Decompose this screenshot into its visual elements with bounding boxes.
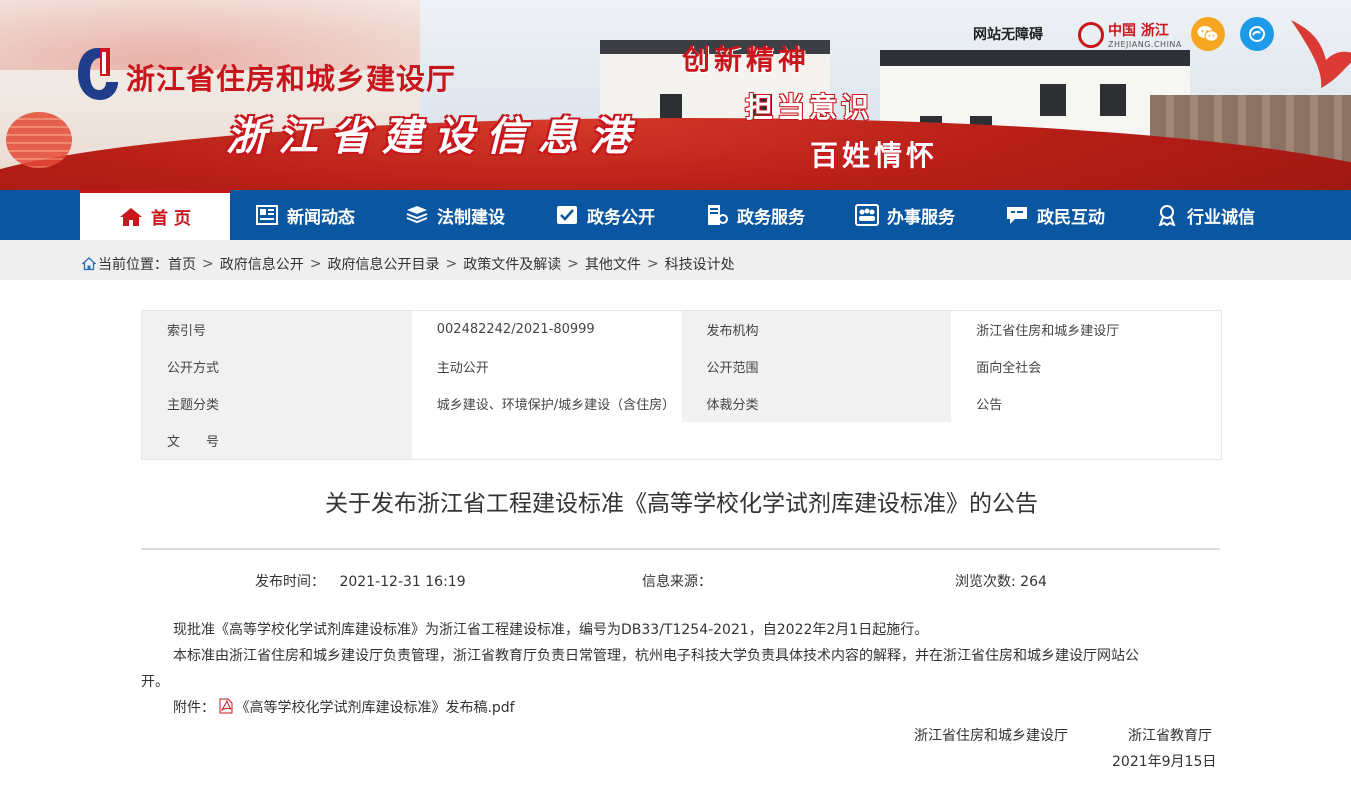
public-affairs-icon bbox=[557, 206, 577, 224]
wechat-icon bbox=[1197, 26, 1219, 42]
nav-gov-service[interactable]: 政务服务 bbox=[680, 190, 830, 240]
site-name[interactable]: 浙江省住房和城乡建设厅 bbox=[126, 56, 456, 98]
genre-value: 公告 bbox=[951, 385, 1221, 422]
breadcrumb-separator: > bbox=[567, 256, 579, 272]
scope-value: 面向全社会 bbox=[951, 348, 1221, 385]
breadcrumb-separator: > bbox=[646, 256, 659, 272]
info-row: 主题分类 城乡建设、环境保护/城乡建设（含住房） 体裁分类 公告 bbox=[142, 385, 1221, 422]
attachment-label: 附件： bbox=[173, 700, 215, 716]
china-zhejiang-link[interactable]: 中国 浙江 ZHEJIANG.CHINA bbox=[1078, 20, 1182, 50]
title-divider bbox=[141, 548, 1220, 550]
publisher-value: 浙江省住房和城乡建设厅 bbox=[951, 311, 1221, 348]
topic-label: 主题分类 bbox=[142, 385, 412, 422]
nav-affairs-service-label: 办事服务 bbox=[887, 207, 955, 228]
signer-housing-dept: 浙江省住房和城乡建设厅 bbox=[914, 728, 1068, 744]
signer-education-dept: 浙江省教育厅 bbox=[1128, 728, 1212, 744]
views-value: 264 bbox=[1020, 574, 1047, 590]
department-logo-icon[interactable] bbox=[76, 46, 120, 102]
phoenix-decoration-icon bbox=[1291, 20, 1351, 88]
breadcrumb-item-gov-info-catalog[interactable]: 政府信息公开目录 bbox=[327, 254, 439, 274]
home-icon bbox=[120, 207, 143, 226]
china-zhejiang-sub: ZHEJIANG.CHINA bbox=[1108, 40, 1182, 49]
nav-gov-service-label: 政务服务 bbox=[737, 207, 805, 228]
slogan-innovation: 创新精神 bbox=[682, 43, 811, 76]
genre-label: 体裁分类 bbox=[681, 385, 952, 422]
nav-integrity-label: 行业诚信 bbox=[1187, 207, 1255, 228]
header-banner: 浙江省住房和城乡建设厅 浙江省建设信息港 创新精神 担当意识 百姓情怀 网站无障… bbox=[0, 0, 1351, 190]
breadcrumb: 当前位置： 首页 > 政府信息公开 > 政府信息公开目录 > 政策文件及解读 >… bbox=[82, 254, 735, 274]
topic-value: 城乡建设、环境保护/城乡建设（含住房） bbox=[411, 385, 682, 422]
document-info-table: 索引号 002482242/2021-80999 发布机构 浙江省住房和城乡建设… bbox=[141, 310, 1222, 460]
law-books-icon bbox=[406, 206, 428, 224]
publish-time-value: 2021-12-31 16:19 bbox=[339, 574, 466, 590]
disclosure-label: 公开方式 bbox=[142, 348, 412, 385]
breadcrumb-separator: > bbox=[202, 256, 214, 272]
nav-law[interactable]: 法制建设 bbox=[380, 190, 530, 240]
breadcrumb-prefix: 当前位置： bbox=[98, 257, 168, 273]
info-row: 公开方式 主动公开 公开范围 面向全社会 bbox=[142, 348, 1221, 385]
weibo-icon bbox=[1249, 26, 1265, 42]
sign-date: 2021年9月15日 bbox=[1112, 754, 1217, 770]
slogan-people: 百姓情怀 bbox=[810, 139, 939, 172]
pdf-icon bbox=[219, 698, 233, 714]
breadcrumb-item-tech-design[interactable]: 科技设计处 bbox=[665, 254, 735, 274]
breadcrumb-home-icon bbox=[82, 257, 96, 271]
info-source: 信息来源： bbox=[642, 571, 712, 591]
paragraph-1: 现批准《高等学校化学试剂库建设标准》为浙江省工程建设标准，编号为DB33/T12… bbox=[173, 622, 929, 638]
main-nav: 首 页 新闻动态 法制建设 政务公开 政务服务 办事服务 政民互动 行业诚信 bbox=[0, 190, 1351, 240]
publish-time: 发布时间： 2021-12-31 16:19 bbox=[255, 571, 466, 591]
china-zhejiang-logo-icon bbox=[1078, 22, 1104, 48]
docno-label: 文 号 bbox=[142, 422, 412, 459]
paragraph-2-line-1: 本标准由浙江省住房和城乡建设厅负责管理，浙江省教育厅负责日常管理，杭州电子科技大… bbox=[173, 648, 1139, 664]
info-row: 索引号 002482242/2021-80999 发布机构 浙江省住房和城乡建设… bbox=[142, 311, 1221, 348]
attachment-link[interactable]: 《高等学校化学试剂库建设标准》发布稿.pdf bbox=[235, 700, 514, 716]
view-count: 浏览次数: 264 bbox=[955, 571, 1047, 591]
nav-public-affairs-label: 政务公开 bbox=[587, 207, 655, 228]
portal-name: 浙江省建设信息港 bbox=[226, 113, 642, 160]
service-icon bbox=[708, 205, 728, 225]
chat-icon bbox=[1007, 207, 1027, 224]
index-value: 002482242/2021-80999 bbox=[411, 311, 682, 348]
breadcrumb-item-other-docs[interactable]: 其他文件 bbox=[585, 254, 641, 274]
breadcrumb-separator: > bbox=[445, 256, 458, 272]
publisher-label: 发布机构 bbox=[681, 311, 952, 348]
breadcrumb-separator: > bbox=[309, 256, 322, 272]
docno-value bbox=[411, 422, 1221, 459]
breadcrumb-item-gov-info[interactable]: 政府信息公开 bbox=[220, 254, 304, 274]
article-title: 关于发布浙江省工程建设标准《高等学校化学试剂库建设标准》的公告 bbox=[325, 491, 1038, 517]
weibo-button[interactable] bbox=[1240, 17, 1274, 51]
nav-home[interactable]: 首 页 bbox=[80, 190, 230, 240]
index-label: 索引号 bbox=[142, 311, 412, 348]
breadcrumb-item-policy-docs[interactable]: 政策文件及解读 bbox=[463, 254, 561, 274]
nav-law-label: 法制建设 bbox=[437, 207, 505, 228]
nav-integrity[interactable]: 行业诚信 bbox=[1130, 190, 1280, 240]
badge-icon bbox=[1158, 205, 1176, 226]
info-row: 文 号 bbox=[142, 422, 1221, 459]
people-group-icon bbox=[855, 204, 879, 226]
disclosure-value: 主动公开 bbox=[411, 348, 682, 385]
slogan-responsibility: 担当意识 bbox=[745, 91, 874, 124]
nav-news-label: 新闻动态 bbox=[287, 207, 355, 228]
attachment-line: 附件： 《高等学校化学试剂库建设标准》发布稿.pdf bbox=[141, 695, 1220, 721]
nav-interaction-label: 政民互动 bbox=[1037, 207, 1105, 228]
nav-news[interactable]: 新闻动态 bbox=[230, 190, 380, 240]
breadcrumb-item-home[interactable]: 首页 bbox=[168, 254, 196, 274]
views-label: 浏览次数: bbox=[955, 574, 1016, 590]
nav-interaction[interactable]: 政民互动 bbox=[980, 190, 1130, 240]
china-zhejiang-label: 中国 浙江 bbox=[1108, 23, 1169, 39]
wechat-button[interactable] bbox=[1191, 17, 1225, 51]
banner-lantern bbox=[6, 112, 72, 168]
nav-home-label: 首 页 bbox=[151, 209, 191, 229]
accessibility-link[interactable]: 网站无障碍 bbox=[973, 24, 1043, 44]
newspaper-icon bbox=[256, 205, 278, 225]
scope-label: 公开范围 bbox=[681, 348, 952, 385]
source-label: 信息来源： bbox=[642, 574, 712, 590]
breadcrumb-bar: 当前位置： 首页 > 政府信息公开 > 政府信息公开目录 > 政策文件及解读 >… bbox=[0, 240, 1351, 280]
publish-time-label: 发布时间： bbox=[255, 574, 325, 590]
nav-public-affairs[interactable]: 政务公开 bbox=[530, 190, 680, 240]
nav-affairs-service[interactable]: 办事服务 bbox=[830, 190, 980, 240]
paragraph-2-line-2: 开。 bbox=[141, 674, 169, 690]
